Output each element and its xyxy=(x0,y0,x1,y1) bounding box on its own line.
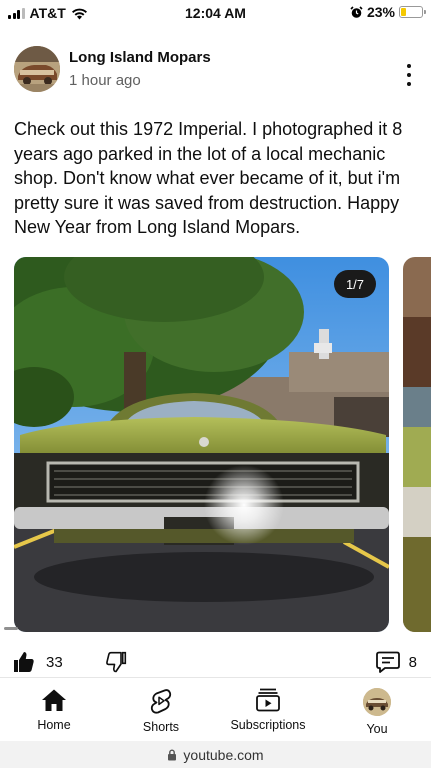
alarm-icon xyxy=(350,5,363,18)
post-text: Check out this 1972 Imperial. I photogra… xyxy=(14,119,403,237)
thumbs-up-icon xyxy=(14,652,34,672)
nav-subscriptions[interactable]: Subscriptions xyxy=(218,688,318,732)
engagement-bar: 33 8 xyxy=(12,650,417,678)
post-timestamp: 1 hour ago xyxy=(69,72,141,89)
channel-avatar[interactable] xyxy=(14,46,60,92)
nav-subscriptions-label: Subscriptions xyxy=(230,718,306,732)
post-image[interactable]: 1/7 xyxy=(14,257,389,632)
next-image-preview[interactable] xyxy=(403,257,431,632)
image-carousel[interactable]: 1/7 xyxy=(14,257,431,632)
nav-you-label: You xyxy=(366,722,388,736)
nav-you[interactable]: You xyxy=(327,688,427,736)
nav-home[interactable]: Home xyxy=(4,688,104,732)
comment-icon xyxy=(375,651,400,673)
shorts-icon xyxy=(150,689,172,714)
home-icon xyxy=(42,689,66,711)
nav-shorts-label: Shorts xyxy=(142,720,180,734)
nav-shorts[interactable]: Shorts xyxy=(111,688,211,734)
status-bar: AT&T 12:04 AM 23% xyxy=(0,0,431,26)
thumbs-down-icon xyxy=(106,651,127,673)
browser-url-bar[interactable]: youtube.com xyxy=(0,741,431,768)
battery-icon xyxy=(399,6,426,18)
comments-button[interactable]: 8 xyxy=(375,650,417,674)
battery-level xyxy=(401,8,406,16)
dislike-button[interactable] xyxy=(104,650,128,679)
comment-count: 8 xyxy=(408,653,417,671)
channel-name[interactable]: Long Island Mopars xyxy=(69,49,211,66)
like-button[interactable]: 33 xyxy=(12,650,63,674)
subscriptions-icon xyxy=(256,688,280,712)
url-text: youtube.com xyxy=(183,746,264,763)
post-header: Long Island Mopars 1 hour ago xyxy=(14,44,417,96)
image-counter: 1/7 xyxy=(334,270,376,298)
avatar xyxy=(363,688,391,716)
nav-home-label: Home xyxy=(37,718,71,732)
bottom-nav: Home Shorts Subscriptions You xyxy=(0,677,431,741)
lock-icon xyxy=(168,749,177,760)
status-right: 23% xyxy=(350,4,426,20)
scroll-indicator xyxy=(4,627,18,630)
more-options-button[interactable] xyxy=(401,64,417,86)
like-count: 33 xyxy=(46,653,63,671)
battery-percent: 23% xyxy=(366,4,395,20)
